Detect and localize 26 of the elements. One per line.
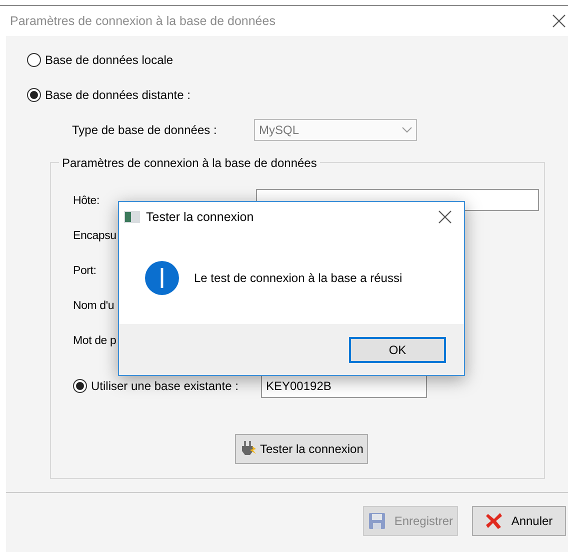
field-label: Encapsu <box>73 230 116 242</box>
info-icon <box>144 260 180 296</box>
field-label: Nom d'u <box>73 300 114 312</box>
radio-label: Utiliser une base existante : <box>91 378 240 392</box>
field-label: Type de base de données : <box>72 123 218 137</box>
field-label: Hôte: <box>73 194 100 206</box>
close-icon[interactable] <box>552 14 566 28</box>
field-label: Port: <box>73 264 96 276</box>
dialog-message: Le test de connexion à la base a réussi <box>194 271 402 285</box>
chevron-icon <box>402 127 412 133</box>
radio-label: Base de données distante : <box>45 88 190 102</box>
window-title: Paramètres de connexion à la base de données <box>10 14 276 28</box>
window-icon <box>124 211 140 223</box>
close-icon[interactable] <box>438 210 452 224</box>
cancel-button[interactable]: Annuler <box>472 506 566 536</box>
radio-button[interactable] <box>27 88 41 102</box>
field-label: Mot de p <box>73 334 116 346</box>
cancel-icon <box>485 512 504 530</box>
plug-icon <box>240 440 258 458</box>
radio-button[interactable] <box>73 378 87 392</box>
test-connection-button[interactable]: Tester la connexion <box>235 434 368 464</box>
ok-button[interactable]: OK <box>349 336 446 362</box>
group-title: Paramètres de connexion à la base de données <box>59 156 320 170</box>
radio-label: Base de données locale <box>45 52 174 66</box>
dialog-title: Tester la connexion <box>146 210 255 224</box>
radio-button[interactable] <box>27 52 41 66</box>
